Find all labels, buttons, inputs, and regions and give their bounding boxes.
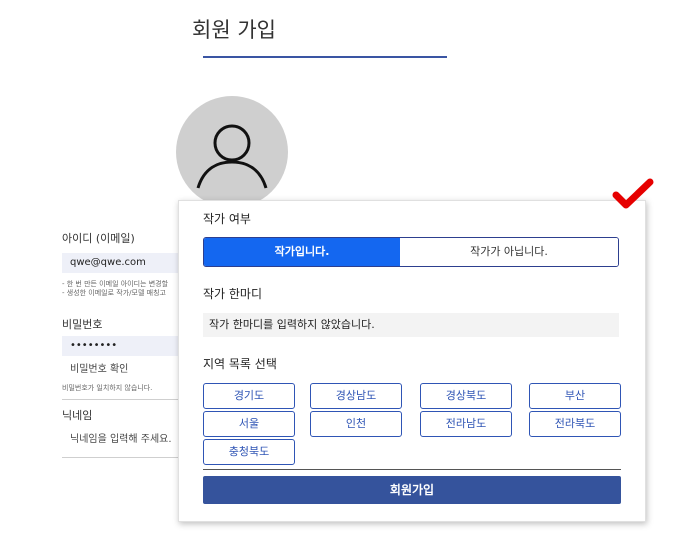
password-mismatch-text: 비밀번호가 일치하지 않습니다. — [62, 384, 153, 392]
password-confirm-field[interactable]: 비밀번호 확인 — [62, 360, 182, 380]
signup-button[interactable]: 회원가입 — [203, 476, 621, 504]
region-label: 지역 목록 선택 — [203, 357, 277, 371]
page-title: 회원 가입 — [192, 18, 276, 42]
region-button[interactable]: 경기도 — [203, 383, 295, 409]
nickname-label: 닉네임 — [62, 409, 93, 422]
divider — [62, 399, 182, 400]
author-label: 작가 여부 — [203, 212, 251, 226]
region-button[interactable]: 서울 — [203, 411, 295, 437]
nickname-field[interactable]: 닉네임을 입력해 주세요. — [62, 430, 182, 450]
region-button[interactable]: 경상북도 — [420, 383, 512, 409]
avatar[interactable] — [176, 96, 288, 208]
id-hint-1: - 한 번 만든 이메일 아이디는 변경할 — [62, 280, 169, 288]
region-button[interactable]: 전라북도 — [529, 411, 621, 437]
password-label: 비밀번호 — [62, 318, 103, 331]
email-field[interactable]: qwe@qwe.com — [62, 253, 182, 273]
checkmark-icon[interactable] — [612, 178, 654, 212]
region-button[interactable]: 부산 — [529, 383, 621, 409]
author-toggle: 작가입니다. 작가가 아닙니다. — [203, 237, 619, 267]
divider — [203, 469, 621, 470]
title-underline — [203, 56, 447, 58]
region-button[interactable]: 전라남도 — [420, 411, 512, 437]
intro-message: 작가 한마디를 입력하지 않았습니다. — [203, 313, 619, 337]
id-hint-2: - 생성한 이메일로 작가/모델 매칭고 — [62, 289, 166, 297]
region-button[interactable]: 인천 — [310, 411, 402, 437]
id-label: 아이디 (이메일) — [62, 232, 135, 245]
region-button[interactable]: 경상남도 — [310, 383, 402, 409]
author-no-button[interactable]: 작가가 아닙니다. — [400, 238, 618, 266]
author-yes-button[interactable]: 작가입니다. — [204, 238, 400, 266]
intro-label: 작가 한마디 — [203, 287, 263, 301]
author-popup: 작가 여부 작가입니다. 작가가 아닙니다. 작가 한마디 작가 한마디를 입력… — [178, 200, 646, 522]
region-button[interactable]: 충청북도 — [203, 439, 295, 465]
divider — [62, 457, 182, 458]
password-field[interactable]: •••••••• — [62, 336, 182, 356]
avatar-icon — [196, 124, 268, 189]
